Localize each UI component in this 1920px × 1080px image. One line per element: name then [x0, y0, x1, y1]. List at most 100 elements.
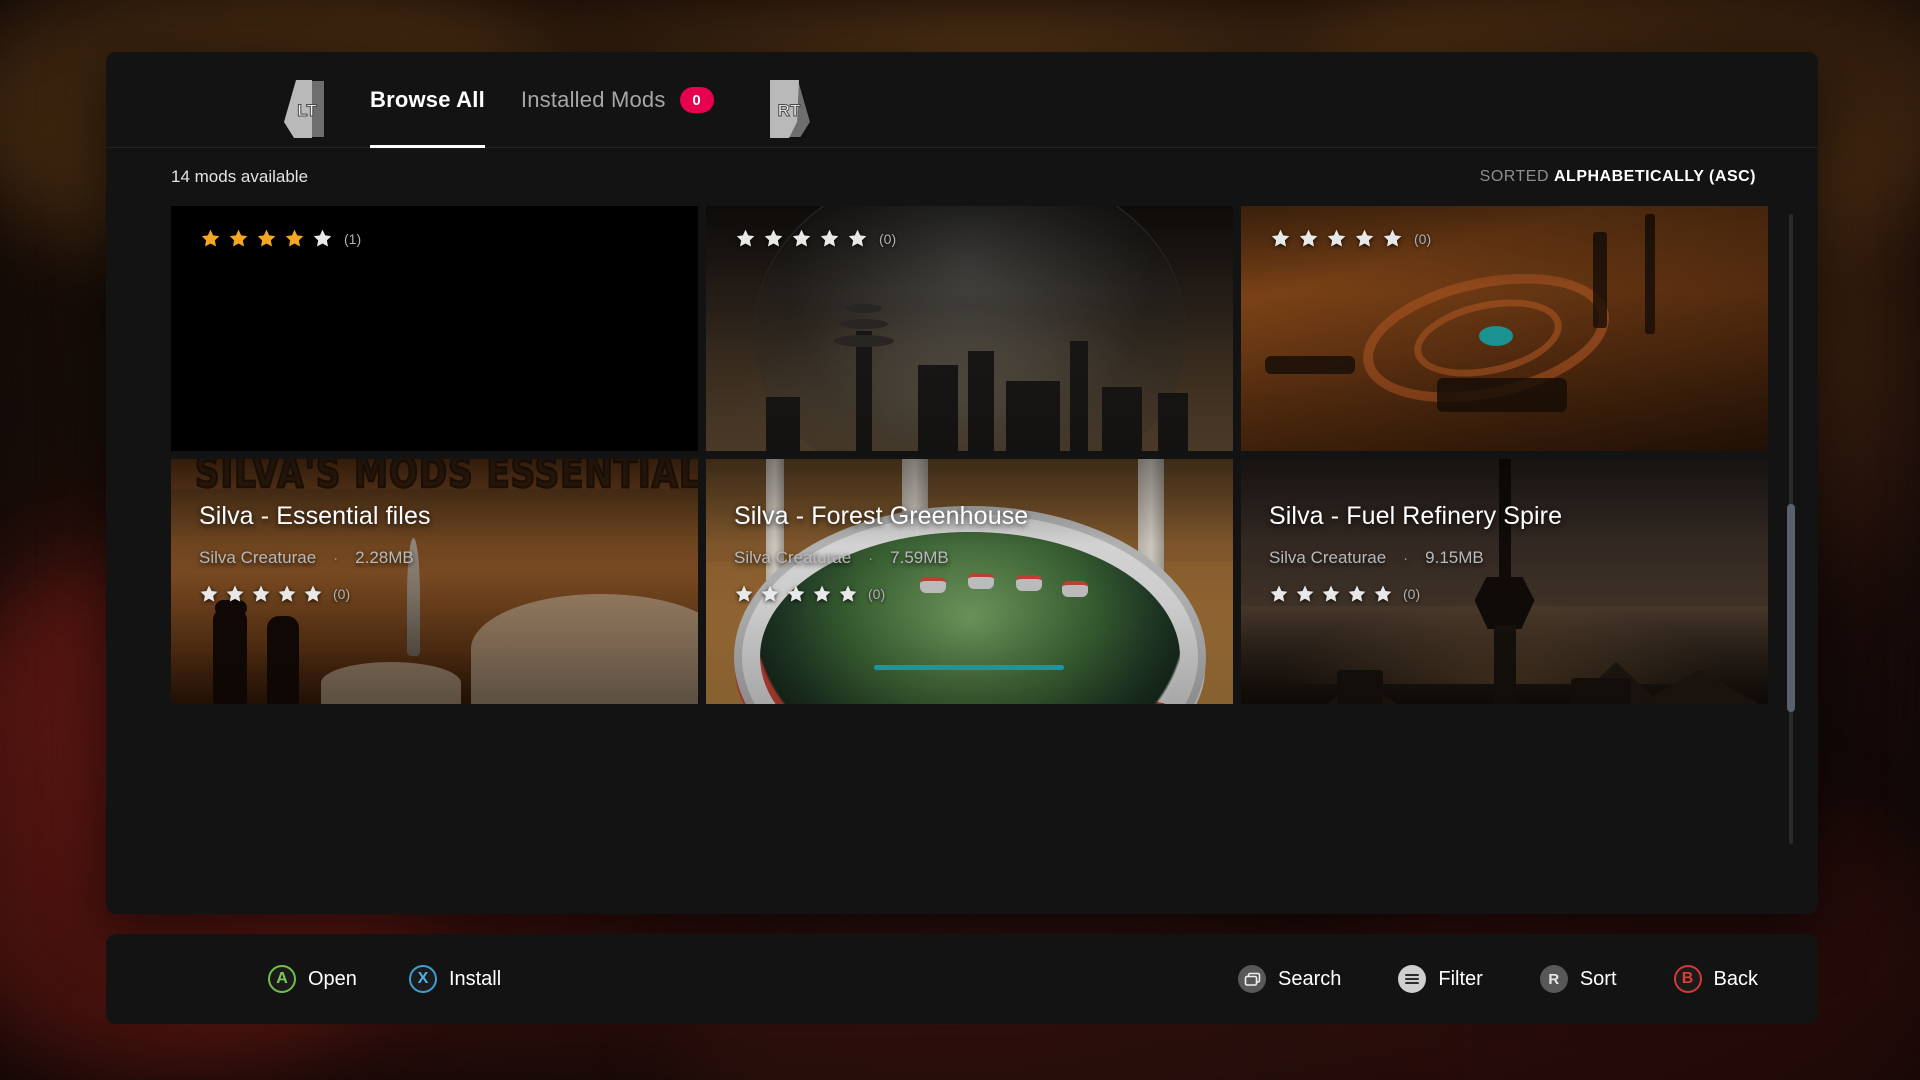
mod-card-title: Silva - Forest Greenhouse — [734, 502, 1029, 530]
star-empty-icon — [813, 585, 831, 602]
back-action[interactable]: B Back — [1673, 965, 1758, 993]
star-empty-icon — [1383, 229, 1402, 247]
mod-card-subtitle: Silva Creaturae · 7.59MB — [734, 548, 1213, 568]
tab-installed-mods-label: Installed Mods — [520, 87, 666, 112]
mod-card-separator: · — [1403, 549, 1409, 567]
star-empty-icon — [1374, 585, 1392, 602]
star-empty-icon — [1296, 585, 1314, 602]
star-filled-icon — [201, 229, 220, 247]
mod-card-author: Silva Creaturae — [1269, 548, 1387, 567]
menu-button-icon — [1398, 965, 1427, 993]
star-empty-icon — [1322, 585, 1340, 602]
mod-card-rating: (0) — [734, 584, 1213, 604]
mod-card-author: Silva Creaturae — [734, 548, 852, 567]
action-label: Filter — [1438, 967, 1483, 990]
a-button-icon: A — [268, 965, 296, 993]
star-empty-icon — [1299, 229, 1318, 247]
star-empty-icon — [736, 229, 755, 247]
star-empty-icon — [792, 229, 811, 247]
mod-card-rating-count: (1) — [344, 230, 362, 247]
primary-actions: A Open X Install — [268, 965, 553, 993]
mods-available-count: 14 mods available — [171, 167, 309, 186]
mod-card-rating: (0) — [1269, 584, 1748, 604]
star-empty-icon — [313, 229, 332, 247]
mod-card-size: 9.15MB — [1425, 548, 1484, 567]
star-empty-icon — [200, 585, 218, 602]
sort-action[interactable]: R Sort — [1539, 965, 1617, 993]
mod-card-top-rating: (0) — [1270, 228, 1431, 249]
star-empty-icon — [252, 585, 270, 602]
tab-browse-all[interactable]: Browse All — [370, 52, 485, 148]
mod-card-top-rating: (1) — [200, 228, 361, 249]
view-button-icon — [1238, 965, 1267, 993]
mod-card-size: 7.59MB — [890, 548, 949, 567]
tab-list: Browse All Installed Mods 0 — [370, 52, 714, 148]
svg-text:LT: LT — [297, 101, 317, 120]
installed-mods-count-badge: 0 — [679, 87, 714, 113]
mod-card-rating-count: (0) — [333, 586, 351, 602]
star-empty-icon — [787, 585, 805, 602]
secondary-actions: Search Filter R Sort B Back — [1181, 965, 1758, 993]
mod-card-author: Silva Creaturae — [199, 548, 317, 567]
star-empty-icon — [1355, 229, 1374, 247]
mod-card-separator: · — [868, 549, 874, 567]
star-empty-icon — [304, 585, 322, 602]
mod-card[interactable]: Silva - Forest Greenhouse Silva Creaturae… — [706, 459, 1233, 704]
mod-grid-wrapper: (1)(0)(0)SILVA'S MODS ESSENTIALSilva - E… — [106, 206, 1818, 906]
mod-card-meta: Silva - Essential files Silva Creaturae · 2… — [199, 502, 678, 604]
sort-indicator[interactable]: SORTED ALPHABETICALLY (ASC) — [1480, 168, 1756, 186]
search-action[interactable]: Search — [1238, 965, 1341, 993]
action-bar: A Open X Install Search Filter R Sort B Back — [106, 934, 1818, 1024]
tab-browse-all-label: Browse All — [370, 87, 485, 112]
star-filled-icon — [229, 229, 248, 247]
mod-card-title: Silva - Essential files — [199, 502, 431, 530]
mod-card[interactable]: (1) — [171, 206, 698, 451]
action-label: Search — [1278, 967, 1342, 990]
mod-card[interactable]: (0) — [1241, 206, 1768, 451]
open-action[interactable]: A Open — [268, 965, 357, 993]
star-empty-icon — [839, 585, 857, 602]
results-info-row: 14 mods available SORTED ALPHABETICALLY … — [106, 148, 1818, 206]
r-button-icon: R — [1539, 965, 1568, 993]
grid-scrollbar-track[interactable] — [1787, 214, 1795, 844]
mod-card-rating-count: (0) — [1403, 586, 1421, 602]
action-label: Open — [308, 967, 357, 990]
install-action[interactable]: X Install — [408, 965, 502, 993]
mod-card-meta: Silva - Fuel Refinery Spire Silva Creatur… — [1269, 502, 1748, 604]
star-empty-icon — [848, 229, 867, 247]
star-filled-icon — [285, 229, 304, 247]
tab-installed-mods[interactable]: Installed Mods 0 — [521, 52, 714, 148]
mod-card-title: Silva - Fuel Refinery Spire — [1269, 502, 1563, 530]
star-empty-icon — [1327, 229, 1346, 247]
action-label: Sort — [1579, 967, 1617, 990]
star-empty-icon — [735, 585, 753, 602]
svg-text:RT: RT — [778, 101, 801, 120]
b-button-icon: B — [1673, 965, 1702, 993]
mod-card-subtitle: Silva Creaturae · 2.28MB — [199, 548, 678, 568]
mod-card[interactable]: (0) — [706, 206, 1233, 451]
star-empty-icon — [226, 585, 244, 602]
mod-card-rating-count: (0) — [879, 230, 897, 247]
star-empty-icon — [820, 229, 839, 247]
mod-card-rating: (0) — [199, 584, 678, 604]
x-button-icon: X — [408, 965, 437, 993]
rt-bumper-icon: RT — [767, 78, 813, 140]
mod-grid: (1)(0)(0)SILVA'S MODS ESSENTIALSilva - E… — [171, 206, 1780, 704]
star-empty-icon — [1270, 585, 1288, 602]
star-filled-icon — [257, 229, 276, 247]
lt-bumper-icon: LT — [282, 78, 328, 140]
star-empty-icon — [764, 229, 783, 247]
mod-card-subtitle: Silva Creaturae · 9.15MB — [1269, 548, 1748, 568]
mod-card-separator: · — [333, 549, 339, 567]
mod-browser-panel: LT RT Browse All Installed Mods 0 14 mod… — [106, 52, 1818, 914]
star-empty-icon — [278, 585, 296, 602]
mod-card-size: 2.28MB — [355, 548, 414, 567]
mod-card-top-rating: (0) — [735, 228, 896, 249]
grid-scrollbar-thumb[interactable] — [1787, 504, 1795, 712]
action-label: Install — [448, 967, 502, 990]
filter-action[interactable]: Filter — [1398, 965, 1483, 993]
star-empty-icon — [1271, 229, 1290, 247]
sort-indicator-value: ALPHABETICALLY (ASC) — [1553, 168, 1756, 185]
mod-card[interactable]: SILVA'S MODS ESSENTIALSilva - Essential … — [171, 459, 698, 704]
mod-card[interactable]: Silva - Fuel Refinery Spire Silva Creatur… — [1241, 459, 1768, 704]
